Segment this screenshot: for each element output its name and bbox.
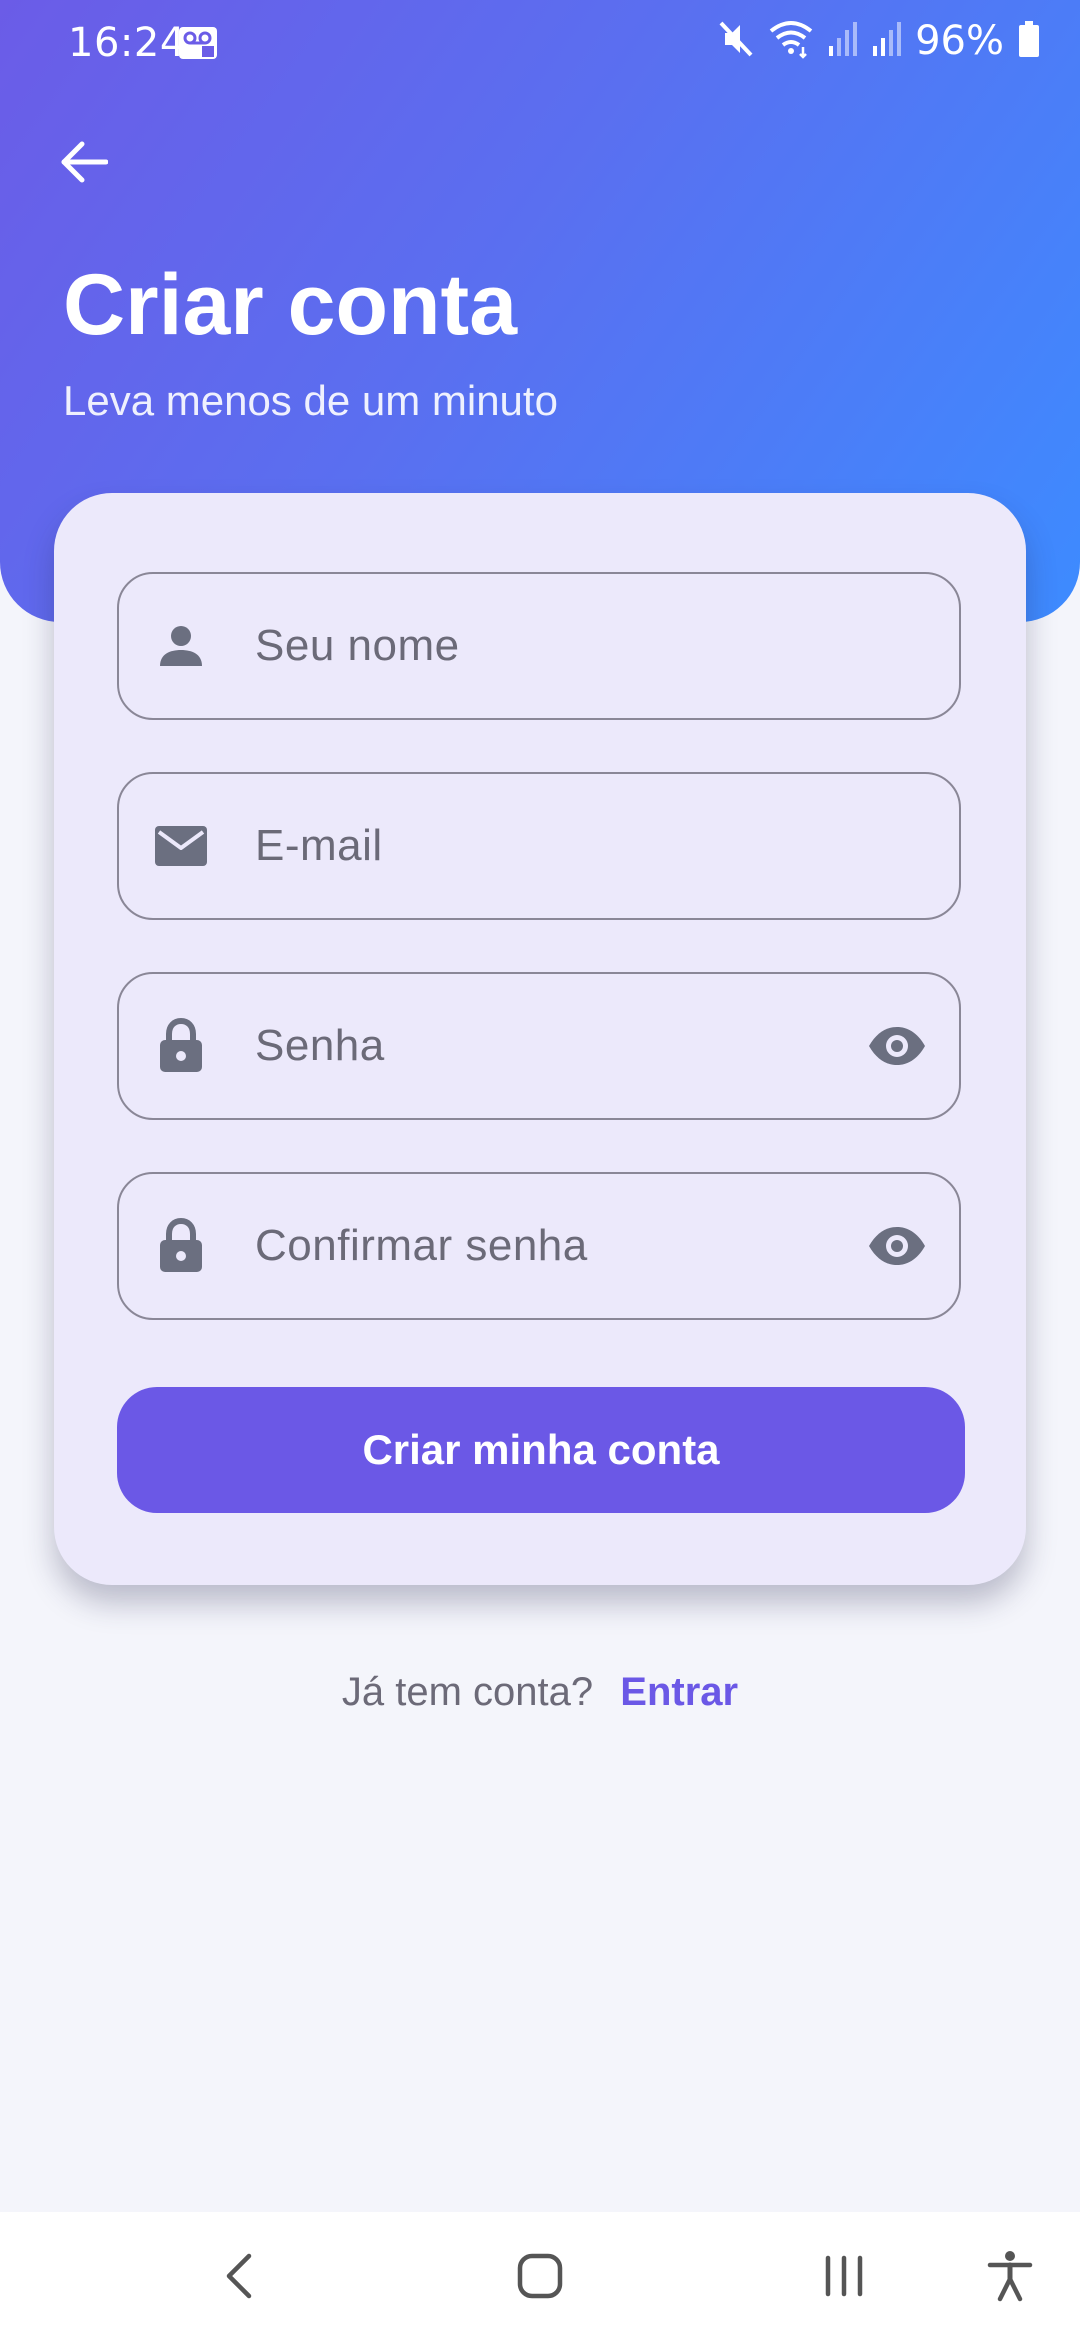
eye-icon <box>869 1227 925 1265</box>
wifi-icon <box>769 19 813 64</box>
accessibility-icon <box>987 2251 1033 2302</box>
eye-icon <box>869 1027 925 1065</box>
lock-icon <box>153 1218 209 1274</box>
login-link[interactable]: Entrar <box>620 1670 738 1714</box>
email-input[interactable] <box>255 774 815 918</box>
confirm-password-input[interactable] <box>255 1174 815 1318</box>
password-input[interactable] <box>255 974 815 1118</box>
signal-icon-2 <box>871 20 902 63</box>
signup-form-card: Criar minha conta <box>54 493 1026 1585</box>
battery-percent: 96% <box>915 18 1004 64</box>
toggle-password-visibility-button[interactable] <box>865 1014 929 1078</box>
arrow-left-icon <box>61 141 108 183</box>
lock-icon <box>153 1018 209 1074</box>
status-indicators: 96% <box>717 18 1040 64</box>
status-bar: 16:24 96% <box>0 0 1080 86</box>
nav-back-button[interactable] <box>202 2240 274 2312</box>
home-icon <box>517 2253 563 2299</box>
name-field[interactable] <box>117 572 961 720</box>
password-field[interactable] <box>117 972 961 1120</box>
nav-accessibility-button[interactable] <box>974 2240 1046 2312</box>
create-account-button[interactable]: Criar minha conta <box>117 1387 965 1513</box>
page-subtitle: Leva menos de um minuto <box>63 377 558 424</box>
back-button[interactable] <box>52 130 116 194</box>
email-field[interactable] <box>117 772 961 920</box>
page-title: Criar conta <box>63 257 518 353</box>
status-time: 16:24 <box>68 20 186 66</box>
mail-icon <box>153 818 209 874</box>
name-input[interactable] <box>255 574 815 718</box>
mute-icon <box>717 19 755 64</box>
battery-icon <box>1018 20 1040 63</box>
system-navigation-bar <box>0 2212 1080 2340</box>
person-icon <box>153 618 209 674</box>
toggle-confirm-password-visibility-button[interactable] <box>865 1214 929 1278</box>
confirm-password-field[interactable] <box>117 1172 961 1320</box>
signal-icon-1 <box>827 20 858 63</box>
login-prompt: Já tem conta? Entrar <box>0 1668 1080 1716</box>
voicemail-icon <box>178 26 218 65</box>
nav-home-button[interactable] <box>504 2240 576 2312</box>
login-question: Já tem conta? <box>341 1670 594 1714</box>
nav-recents-button[interactable] <box>808 2240 880 2312</box>
chevron-left-icon <box>226 2253 252 2299</box>
recents-icon <box>825 2255 863 2297</box>
